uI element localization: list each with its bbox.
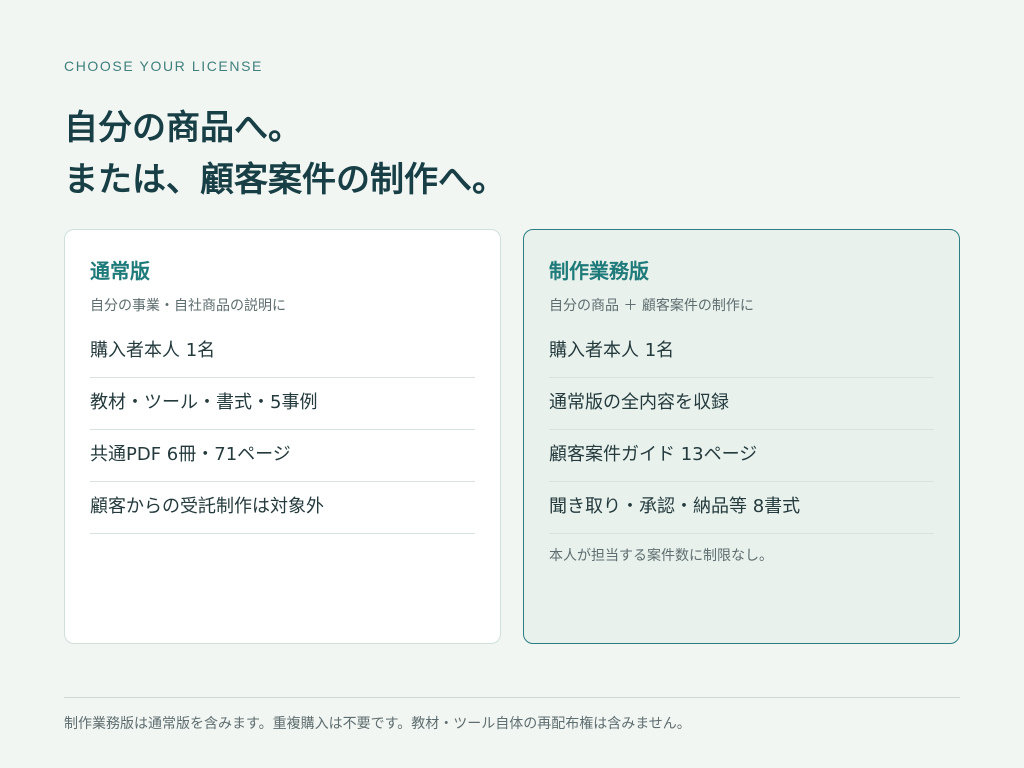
feature-list: 購入者本人 1名 教材・ツール・書式・5事例 共通PDF 6冊・71ページ 顧客… xyxy=(90,326,475,534)
headline-line-2: または、顧客案件の制作へ。 xyxy=(64,160,506,200)
feature-item: 聞き取り・承認・納品等 8書式 xyxy=(549,482,934,534)
headline-line-1: 自分の商品へ。 xyxy=(64,108,302,148)
license-card-pro[interactable]: 制作業務版 自分の商品 ＋ 顧客案件の制作に 購入者本人 1名 通常版の全内容を… xyxy=(523,229,960,644)
footer-note: 制作業務版は通常版を含みます。重複購入は不要です。教材・ツール自体の再配布権は含… xyxy=(64,716,691,732)
feature-list: 購入者本人 1名 通常版の全内容を収録 顧客案件ガイド 13ページ 聞き取り・承… xyxy=(549,326,934,534)
footer-divider xyxy=(64,697,960,698)
card-note: 本人が担当する案件数に制限なし。 xyxy=(549,548,773,564)
feature-item: 通常版の全内容を収録 xyxy=(549,378,934,430)
card-subtitle: 自分の事業・自社商品の説明に xyxy=(90,298,286,314)
feature-item: 購入者本人 1名 xyxy=(549,326,934,378)
feature-item: 教材・ツール・書式・5事例 xyxy=(90,378,475,430)
feature-item: 購入者本人 1名 xyxy=(90,326,475,378)
license-card-standard[interactable]: 通常版 自分の事業・自社商品の説明に 購入者本人 1名 教材・ツール・書式・5事… xyxy=(64,229,501,644)
feature-item: 顧客からの受託制作は対象外 xyxy=(90,482,475,534)
feature-item: 共通PDF 6冊・71ページ xyxy=(90,430,475,482)
eyebrow-label: CHOOSE YOUR LICENSE xyxy=(64,58,263,74)
card-title: 通常版 xyxy=(90,259,150,283)
card-subtitle: 自分の商品 ＋ 顧客案件の制作に xyxy=(549,298,754,314)
feature-item: 顧客案件ガイド 13ページ xyxy=(549,430,934,482)
card-title: 制作業務版 xyxy=(549,259,649,283)
page-headline: 自分の商品へ。 または、顧客案件の制作へ。 xyxy=(64,102,506,206)
